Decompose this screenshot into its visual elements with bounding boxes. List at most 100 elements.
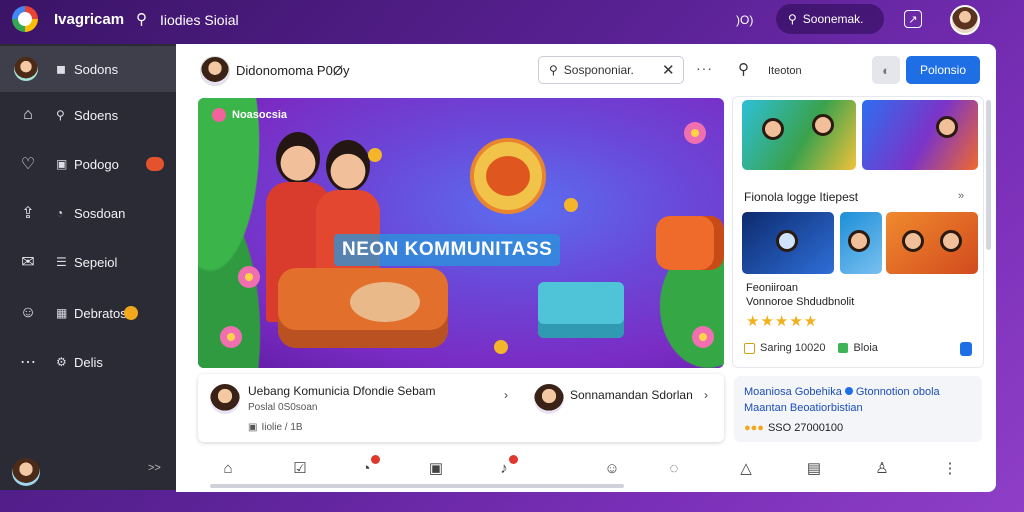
item-title: Feoniiroan	[746, 282, 798, 294]
hero-banner[interactable]: Noasocsia NEON KOMMUNITASS	[198, 98, 724, 368]
compass-icon[interactable]: ◌	[664, 458, 684, 478]
video-thumbnail[interactable]	[742, 212, 834, 274]
gallery-icon[interactable]: ▤	[804, 458, 824, 478]
game-thumbnail[interactable]	[862, 100, 978, 170]
collapse-sidebar-button[interactable]: >>	[148, 462, 161, 474]
user-icon: ☺	[19, 304, 37, 321]
more-vertical-icon[interactable]: ⋮	[940, 458, 960, 478]
offer-card[interactable]: Moaniosa Gobehika Gtonnotion obola Maanta…	[734, 376, 982, 442]
meta-label: Iiolie / 1B	[261, 422, 303, 433]
notification-dot	[509, 455, 518, 464]
stat-label: Saring 10020	[760, 342, 826, 354]
heart-icon: ♡	[20, 156, 36, 173]
settings-button[interactable]: ◐	[872, 56, 900, 84]
sidebar-item-sdoens[interactable]: ⌂ ⚲ Sdoens	[0, 92, 176, 138]
search-icon: ⚲	[56, 108, 65, 122]
mascot-illustration	[470, 138, 546, 214]
coin-icon	[564, 198, 578, 212]
status-icon	[838, 343, 849, 353]
search-icon[interactable]: ⚲	[738, 60, 749, 78]
sidebar-item-sosdoan[interactable]: ⇪ ◔ Sosdoan	[0, 190, 176, 236]
flower-icon	[684, 122, 706, 144]
stat-label: Bloia	[853, 342, 878, 354]
page-title: Didonomoma P0Øy	[236, 63, 350, 78]
rating-icon	[744, 342, 755, 354]
camera-icon[interactable]: ▣	[426, 458, 446, 478]
list-icon: ☰	[56, 255, 67, 269]
coin-icon	[368, 148, 382, 162]
shield-icon	[960, 342, 972, 356]
search-icon[interactable]: ⚲	[136, 10, 147, 28]
top-search-box[interactable]: ⚲ Soonemak.	[776, 4, 884, 34]
grid-icon: ▦	[56, 306, 68, 320]
profile-icon: ◼	[56, 62, 66, 76]
offer-line: Maantan Beoatiorbistian	[744, 402, 863, 414]
share-icon[interactable]: ↗	[904, 10, 922, 28]
recommendations-heading: Fionola logge Itiepest	[744, 190, 859, 204]
close-icon[interactable]: ✕	[662, 61, 675, 79]
clock-icon: ◔	[56, 206, 64, 220]
home-icon[interactable]: ⌂	[218, 458, 238, 478]
secondary-search-label[interactable]: Iteoton	[768, 65, 802, 77]
page-avatar[interactable]	[200, 56, 230, 86]
user-avatar[interactable]	[950, 5, 980, 35]
horizontal-scrollbar[interactable]	[210, 484, 624, 488]
upload-icon: ⇪	[21, 205, 35, 222]
avatar	[14, 57, 38, 81]
community-card[interactable]: Uebang Komunicia Dfondie Sebam Poslal 0S…	[198, 374, 724, 442]
sidebar-item-debratos[interactable]: ☺ ▦ Debratos	[0, 290, 176, 336]
card-title: Sonnamandan Sdorlan	[570, 388, 693, 402]
search-value: Sospononiar.	[563, 63, 634, 77]
edit-icon[interactable]: ☑	[290, 458, 310, 478]
bell-icon[interactable]: △	[736, 458, 756, 478]
music-icon[interactable]: ♪	[494, 455, 518, 478]
flower-icon	[238, 266, 260, 288]
banner-title: NEON KOMMUNITASS	[334, 234, 561, 266]
flower-icon	[220, 326, 242, 348]
primary-button[interactable]: Polonsio	[906, 56, 980, 84]
card-subtitle: Poslal 0S0soan	[248, 402, 318, 413]
log-illustration	[656, 216, 724, 270]
game-thumbnail[interactable]	[742, 100, 856, 170]
card-meta: ▣ Iiolie / 1B	[248, 422, 303, 433]
chevron-right-icon[interactable]: ›	[704, 388, 708, 402]
account-avatar[interactable]	[12, 458, 40, 486]
sidebar-item-podogo[interactable]: ♡ ▣ Podogo	[0, 141, 176, 187]
more-options-icon[interactable]: ···	[696, 60, 713, 76]
search-icon: ⚲	[549, 63, 558, 77]
smile-icon[interactable]: ☺	[602, 458, 622, 478]
sidebar-item-delis[interactable]: ⋯ ⚙ Delis	[0, 339, 176, 385]
avatar	[210, 384, 240, 414]
more-icon: ⋯	[20, 354, 36, 371]
bottom-nav: ⌂ ☑ ◔ ▣ ♪ ☺ ◌ △ ▤ ♙ ⋮	[198, 454, 988, 484]
sidebar-item-sodons[interactable]: ◼ Sodons	[0, 46, 176, 92]
user-icon[interactable]: ♙	[872, 458, 892, 478]
rating-stars: ★★★★★	[746, 313, 819, 330]
sidebar-item-sepeiol[interactable]: ✉ ☰ Sepeiol	[0, 239, 176, 285]
app-title: Ivagricam	[54, 11, 125, 28]
sidebar-item-label: Delis	[74, 354, 103, 370]
sidebar-item-label: Podogo	[74, 156, 119, 172]
flower-icon	[692, 326, 714, 348]
dot-icon	[844, 387, 853, 395]
price-label: SSO 27000100	[767, 422, 844, 434]
sidebar-item-label: Sepeiol	[74, 254, 118, 270]
coins-icon: ●●●	[744, 422, 764, 434]
video-thumbnail[interactable]	[840, 212, 882, 274]
home-icon: ⌂	[23, 106, 33, 123]
app-logo[interactable]	[12, 6, 38, 32]
section-title: Iiodies Sioial	[160, 12, 239, 28]
settings-icon: ⚙	[56, 355, 67, 369]
chevron-right-icon[interactable]: ›	[504, 388, 508, 402]
offer-text: Gtonnotion obola	[855, 386, 940, 398]
plush-toy-illustration	[350, 282, 420, 322]
clock-icon[interactable]: ◔	[356, 455, 380, 478]
toy-box-illustration	[538, 282, 624, 338]
image-icon: ▣	[56, 157, 68, 171]
vertical-scrollbar[interactable]	[986, 100, 991, 250]
sidebar-item-label: Sodons	[74, 61, 119, 77]
see-more-icon[interactable]: »	[958, 190, 964, 202]
banner-tag-label: Noasocsia	[232, 109, 288, 121]
item-stats: Saring 10020 Bloia	[744, 342, 878, 354]
video-thumbnail[interactable]	[886, 212, 978, 274]
